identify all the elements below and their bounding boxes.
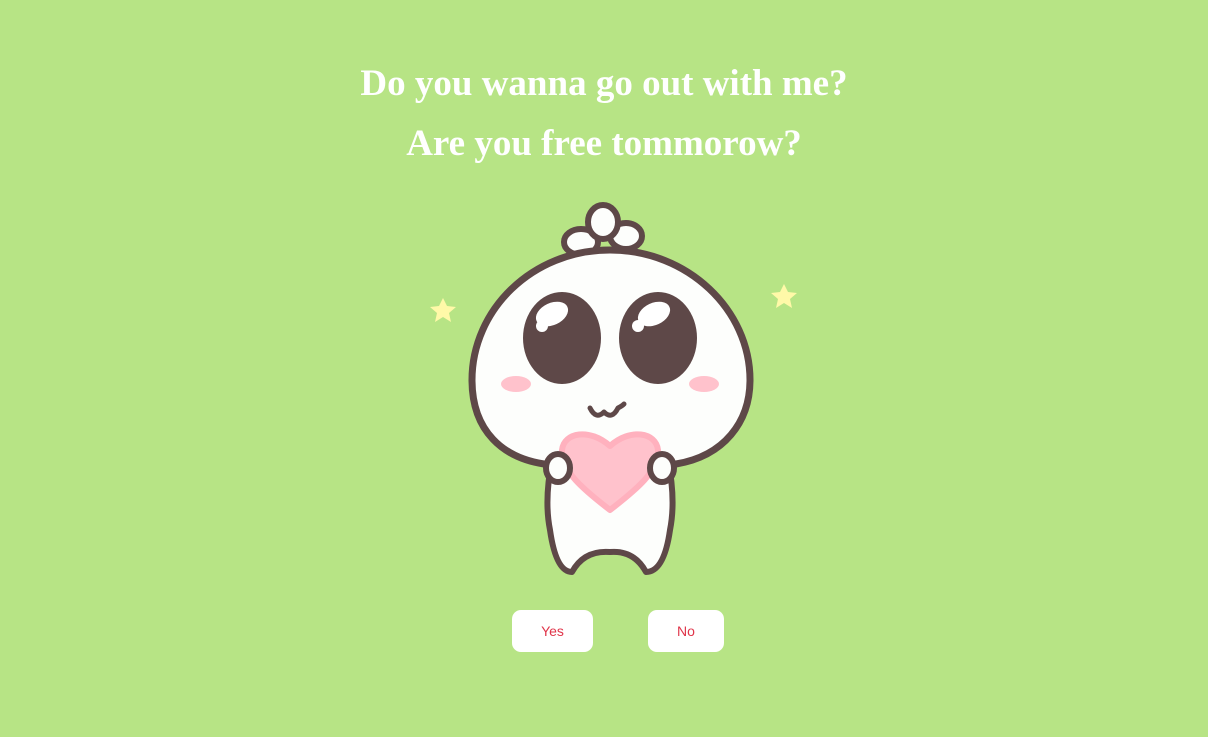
mascot-illustration [424, 200, 804, 580]
subquestion-heading: Are you free tommorow? [406, 123, 802, 164]
sparkle-right-icon [771, 284, 797, 308]
no-button[interactable]: No [648, 610, 724, 652]
right-eye-icon [619, 292, 697, 384]
sparkle-left-icon [430, 298, 456, 322]
question-heading: Do you wanna go out with me? [360, 63, 848, 104]
yes-button[interactable]: Yes [512, 610, 593, 652]
left-eye-icon [523, 292, 601, 384]
mascot-holding-heart-icon [430, 202, 797, 575]
